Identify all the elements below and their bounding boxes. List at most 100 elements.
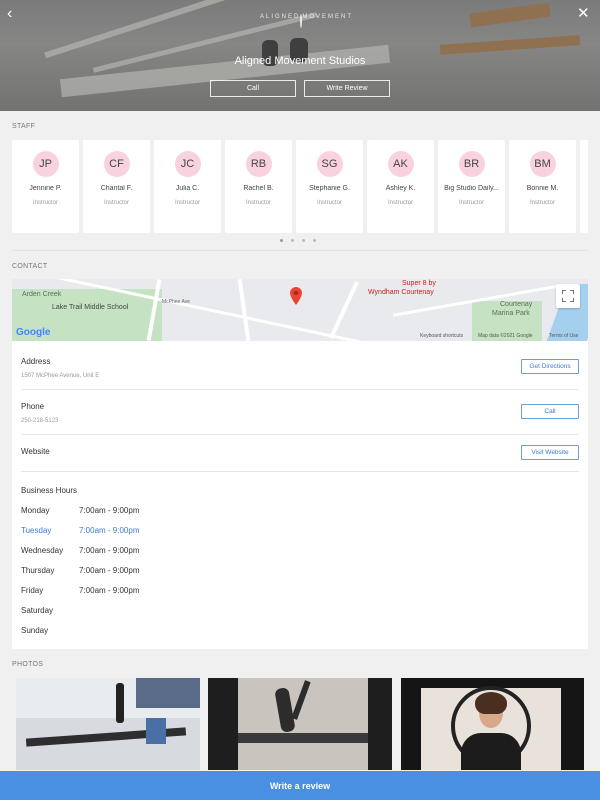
map-data-attribution: Map data ©2021 Google xyxy=(478,333,533,339)
staff-role: Instructor xyxy=(316,200,342,206)
page-dot[interactable] xyxy=(313,239,316,242)
staff-carousel[interactable]: JP Jennine P. Instructor CF Chantal F. I… xyxy=(12,140,588,233)
close-icon[interactable]: ✕ xyxy=(577,6,590,22)
staff-card[interactable]: CF Chantal F. Instructor xyxy=(83,140,150,233)
hours-time: 7:00am - 9:00pm xyxy=(79,586,140,595)
website-row: Website Visit Website xyxy=(21,445,579,467)
studio-photo[interactable] xyxy=(16,678,200,770)
staff-card-partial[interactable] xyxy=(580,140,588,233)
business-hours-title: Business Hours xyxy=(21,486,78,495)
staff-role: Instructor xyxy=(387,200,413,206)
write-review-button[interactable]: Write a review xyxy=(0,771,600,800)
staff-card[interactable]: RB Rachel B. Instructor xyxy=(225,140,292,233)
contact-card: Arden Creek Lake Trail Middle School Sup… xyxy=(12,279,588,649)
map-label-hotel-name: Wyndham Courtenay xyxy=(368,289,434,296)
map-label-hotel: Super 8 by xyxy=(402,280,436,287)
phone-value[interactable]: 250-218-5123 xyxy=(21,418,579,424)
hours-day: Sunday xyxy=(21,626,49,635)
photo-hair xyxy=(475,692,507,714)
section-divider xyxy=(12,250,588,251)
staff-card[interactable]: BM Bonnie M. Instructor xyxy=(509,140,576,233)
hours-day: Saturday xyxy=(21,606,54,615)
staff-name: Chantal F. xyxy=(100,185,133,192)
contact-section-label: CONTACT xyxy=(12,263,48,270)
hours-time: 7:00am - 9:00pm xyxy=(79,566,140,575)
page-dot[interactable] xyxy=(302,239,305,242)
card-divider xyxy=(21,389,579,390)
hours-day: Monday xyxy=(21,506,50,515)
photo-person xyxy=(146,718,166,744)
staff-role: Instructor xyxy=(32,200,58,206)
keyboard-shortcuts-link[interactable]: Keyboard shortcuts xyxy=(420,333,463,339)
map-street-label: McPhee Ave xyxy=(162,299,190,305)
staff-card[interactable]: BR Big Studio Daily... Instructor xyxy=(438,140,505,233)
hours-day: Tuesday xyxy=(21,526,52,535)
staff-role: Instructor xyxy=(174,200,200,206)
fullscreen-icon[interactable] xyxy=(556,284,580,308)
hours-time: 7:00am - 9:00pm xyxy=(79,506,140,515)
staff-name: Rachel B. xyxy=(243,185,274,192)
phone-row: Phone 250-218-5123 Call xyxy=(21,402,579,432)
hours-day: Friday xyxy=(21,586,44,595)
hero-write-review-button[interactable]: Write Review xyxy=(304,80,390,97)
map-road xyxy=(237,279,251,341)
studio-photo[interactable] xyxy=(401,678,584,770)
avatar: BR xyxy=(458,151,485,177)
location-pin-icon[interactable] xyxy=(290,287,302,310)
staff-role: Instructor xyxy=(245,200,271,206)
staff-card[interactable]: JC Julia C. Instructor xyxy=(154,140,221,233)
map-road xyxy=(329,281,359,339)
website-title: Website xyxy=(21,447,50,456)
staff-card[interactable]: SG Stephanie G. Instructor xyxy=(296,140,363,233)
hero-banner: ‹ ✕ ALIGNED MOVEMENT Aligned Movement Stu… xyxy=(0,0,600,111)
avatar: JP xyxy=(32,151,59,177)
map-label-school: Lake Trail Middle School xyxy=(52,304,129,311)
hours-time: 7:00am - 9:00pm xyxy=(79,546,140,555)
address-title: Address xyxy=(21,357,51,366)
card-divider xyxy=(21,471,579,472)
photo-person xyxy=(116,683,124,723)
hero-call-button[interactable]: Call xyxy=(210,80,296,97)
terms-of-use-link[interactable]: Terms of Use xyxy=(549,333,578,339)
page-dot[interactable] xyxy=(291,239,294,242)
google-logo: Google xyxy=(16,327,51,338)
location-map[interactable]: Arden Creek Lake Trail Middle School Sup… xyxy=(12,279,588,341)
staff-card[interactable]: AK Ashley K. Instructor xyxy=(367,140,434,233)
address-value: 1507 McPhee Avenue, Unit E xyxy=(21,373,100,379)
staff-card[interactable]: JP Jennine P. Instructor xyxy=(12,140,79,233)
hours-day: Wednesday xyxy=(21,546,64,555)
staff-name: Ashley K. xyxy=(385,185,416,192)
page-dot-active[interactable] xyxy=(280,239,283,242)
avatar: CF xyxy=(103,151,130,177)
hours-day: Thursday xyxy=(21,566,55,575)
staff-name: Julia C. xyxy=(175,185,200,192)
studio-name: Aligned Movement Studios xyxy=(234,55,366,67)
avatar: BM xyxy=(529,151,556,177)
studio-photo[interactable] xyxy=(208,678,392,770)
staff-name: Stephanie G. xyxy=(309,185,350,192)
get-directions-button[interactable]: Get Directions xyxy=(521,359,579,374)
photo-window xyxy=(136,678,200,708)
map-label-marina-park: Marina Park xyxy=(492,310,530,317)
avatar: SG xyxy=(316,151,343,177)
visit-website-button[interactable]: Visit Website xyxy=(521,445,579,460)
photos-section-label: PHOTOS xyxy=(12,661,44,668)
staff-name: Jennine P. xyxy=(29,185,62,192)
staff-role: Instructor xyxy=(458,200,484,206)
staff-name: Bonnie M. xyxy=(526,185,559,192)
avatar: JC xyxy=(174,151,201,177)
photo-body xyxy=(461,733,521,770)
staff-section-label: STAFF xyxy=(12,123,36,130)
call-button[interactable]: Call xyxy=(521,404,579,419)
studio-logo: ALIGNED MOVEMENT xyxy=(260,14,351,36)
hours-time: 7:00am - 9:00pm xyxy=(79,526,140,535)
photo-reformer xyxy=(238,733,368,743)
map-label-arden-creek: Arden Creek xyxy=(22,291,62,298)
card-divider xyxy=(21,434,579,435)
staff-role: Instructor xyxy=(103,200,129,206)
staff-name: Big Studio Daily... xyxy=(444,185,499,192)
map-label-marina: Courtenay xyxy=(500,301,533,308)
back-icon[interactable]: ‹ xyxy=(7,6,12,22)
avatar: AK xyxy=(387,151,414,177)
carousel-pagination[interactable] xyxy=(280,239,316,242)
